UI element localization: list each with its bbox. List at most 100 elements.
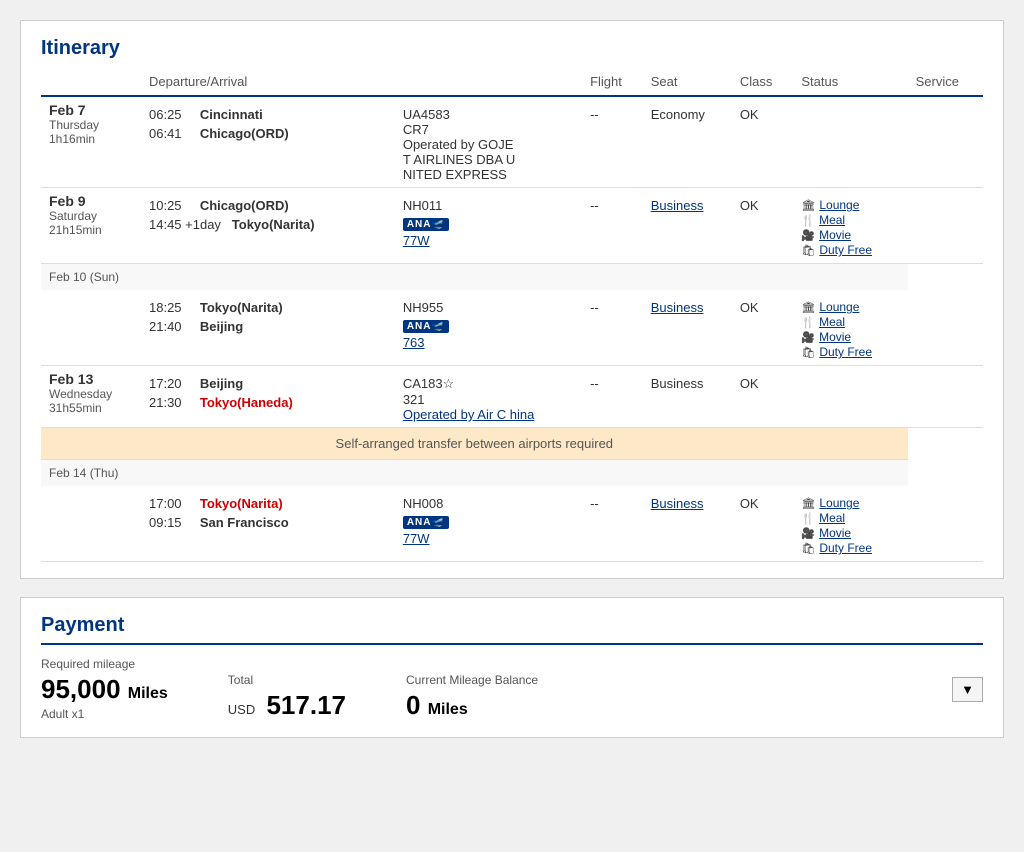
- flight-number: NH955: [403, 300, 574, 315]
- status-cell: OK: [732, 366, 794, 428]
- service-cell: 🏛 Lounge 🍴 Meal 🎥 Movie 🛍 Duty Free: [793, 188, 907, 264]
- balance-label: Current Mileage Balance: [406, 673, 538, 687]
- service-item: 🎥 Movie: [801, 330, 899, 344]
- dep-city: Chicago(ORD): [193, 198, 289, 213]
- required-mileage-value: 95,000 Miles: [41, 674, 168, 705]
- arrival-row: 09:15 San Francisco: [149, 515, 387, 530]
- dep-time: 10:25: [149, 198, 189, 213]
- arr-time: 06:41: [149, 126, 189, 141]
- mileage-number: 95,000: [41, 674, 121, 704]
- date-sub2: 1h16min: [49, 132, 133, 146]
- dep-arr-cell: 10:25 Chicago(ORD) 14:45 +1day Tokyo(Nar…: [141, 188, 395, 264]
- table-header-row: Departure/Arrival Flight Seat Class Stat…: [41, 70, 983, 96]
- payment-title: Payment: [41, 614, 983, 645]
- interstitial-date: Feb 10 (Sun): [41, 264, 908, 291]
- service-link-movie[interactable]: Movie: [819, 526, 851, 540]
- operated-link[interactable]: Operated by Air C hina: [403, 407, 535, 422]
- seat-cell: --: [582, 290, 643, 366]
- service-link-movie[interactable]: Movie: [819, 228, 851, 242]
- service-link-meal[interactable]: Meal: [819, 315, 845, 329]
- transfer-banner: Self-arranged transfer between airports …: [41, 428, 908, 460]
- total-currency: USD: [228, 702, 255, 717]
- date-sub1: Saturday: [49, 209, 133, 223]
- col-header-service: Service: [908, 70, 983, 96]
- movie-icon: 🎥: [801, 527, 815, 540]
- arrival-row: 14:45 +1day Tokyo(Narita): [149, 217, 387, 232]
- flight-line4: T AIRLINES DBA U: [403, 152, 574, 167]
- flight-number: UA4583: [403, 107, 574, 122]
- service-cell: [793, 96, 907, 188]
- departure-row: 17:20 Beijing: [149, 376, 387, 391]
- service-link-duty free[interactable]: Duty Free: [819, 243, 872, 257]
- total-label: Total: [228, 673, 346, 687]
- arr-city: San Francisco: [193, 515, 289, 530]
- col-header-dep-arr: Departure/Arrival: [141, 70, 582, 96]
- service-cell: 🏛 Lounge 🍴 Meal 🎥 Movie 🛍 Duty Free: [793, 486, 907, 562]
- class-link[interactable]: Business: [651, 300, 704, 315]
- duty free-icon: 🛍: [801, 346, 815, 359]
- interstitial-row: Feb 10 (Sun): [41, 264, 983, 291]
- interstitial-row: Feb 14 (Thu): [41, 460, 983, 487]
- col-header-seat: Seat: [643, 70, 732, 96]
- transfer-banner-row: Self-arranged transfer between airports …: [41, 428, 983, 460]
- status-cell: OK: [732, 188, 794, 264]
- service-link-movie[interactable]: Movie: [819, 330, 851, 344]
- aircraft-link[interactable]: 77W: [403, 531, 430, 546]
- service-link-lounge[interactable]: Lounge: [819, 300, 859, 314]
- date-cell: Feb 13 Wednesday 31h55min: [41, 366, 141, 428]
- service-link-lounge[interactable]: Lounge: [819, 496, 859, 510]
- aircraft-link[interactable]: 77W: [403, 233, 430, 248]
- date-cell: Feb 9 Saturday 21h15min: [41, 188, 141, 264]
- class-link[interactable]: Business: [651, 496, 704, 511]
- balance-value: 0 Miles: [406, 690, 538, 721]
- required-mileage-label: Required mileage: [41, 657, 168, 671]
- dep-city: Beijing: [193, 376, 244, 391]
- service-item: 🏛 Lounge: [801, 496, 899, 510]
- seat-cell: --: [582, 366, 643, 428]
- service-link-lounge[interactable]: Lounge: [819, 198, 859, 212]
- arr-time: 09:15: [149, 515, 189, 530]
- status-cell: OK: [732, 486, 794, 562]
- dep-city: Cincinnati: [193, 107, 263, 122]
- service-item: 🎥 Movie: [801, 228, 899, 242]
- flight-aircraft: 77W: [403, 531, 574, 546]
- ana-logo: ANA🛫: [403, 218, 449, 231]
- aircraft-link[interactable]: 763: [403, 335, 425, 350]
- service-link-meal[interactable]: Meal: [819, 213, 845, 227]
- arrival-row: 21:40 Beijing: [149, 319, 387, 334]
- departure-row: 10:25 Chicago(ORD): [149, 198, 387, 213]
- meal-icon: 🍴: [801, 214, 815, 227]
- dep-time: 06:25: [149, 107, 189, 122]
- arr-city: Tokyo(Haneda): [193, 395, 293, 410]
- dep-city: Tokyo(Narita): [193, 300, 283, 315]
- lounge-icon: 🏛: [801, 199, 815, 212]
- date-main: Feb 13: [49, 371, 133, 387]
- seat-cell: --: [582, 188, 643, 264]
- dep-city: Tokyo(Narita): [193, 496, 283, 511]
- class-cell: Economy: [643, 96, 732, 188]
- balance-number: 0: [406, 690, 420, 720]
- lounge-icon: 🏛: [801, 301, 815, 314]
- arr-city: Tokyo(Narita): [225, 217, 315, 232]
- service-link-meal[interactable]: Meal: [819, 511, 845, 525]
- service-link-duty free[interactable]: Duty Free: [819, 345, 872, 359]
- table-row: Feb 13 Wednesday 31h55min 17:20 Beijing …: [41, 366, 983, 428]
- service-item: 🛍 Duty Free: [801, 243, 899, 257]
- payment-section: Payment Required mileage 95,000 Miles Ad…: [20, 597, 1004, 738]
- payment-dropdown-button[interactable]: ▼: [952, 677, 983, 702]
- duty free-icon: 🛍: [801, 542, 815, 555]
- arr-city: Beijing: [193, 319, 244, 334]
- service-item: 🍴 Meal: [801, 315, 899, 329]
- table-row: Feb 9 Saturday 21h15min 10:25 Chicago(OR…: [41, 188, 983, 264]
- flight-cell: NH008 ANA🛫 77W: [395, 486, 582, 562]
- table-row: Feb 7 Thursday 1h16min 06:25 Cincinnati …: [41, 96, 983, 188]
- service-link-duty free[interactable]: Duty Free: [819, 541, 872, 555]
- col-header-flight: Flight: [582, 70, 643, 96]
- service-item: 🛍 Duty Free: [801, 541, 899, 555]
- itinerary-table: Departure/Arrival Flight Seat Class Stat…: [41, 70, 983, 562]
- class-cell: Business: [643, 486, 732, 562]
- arr-city: Chicago(ORD): [193, 126, 289, 141]
- class-link[interactable]: Business: [651, 198, 704, 213]
- dep-time: 17:00: [149, 496, 189, 511]
- flight-line2: 321: [403, 392, 574, 407]
